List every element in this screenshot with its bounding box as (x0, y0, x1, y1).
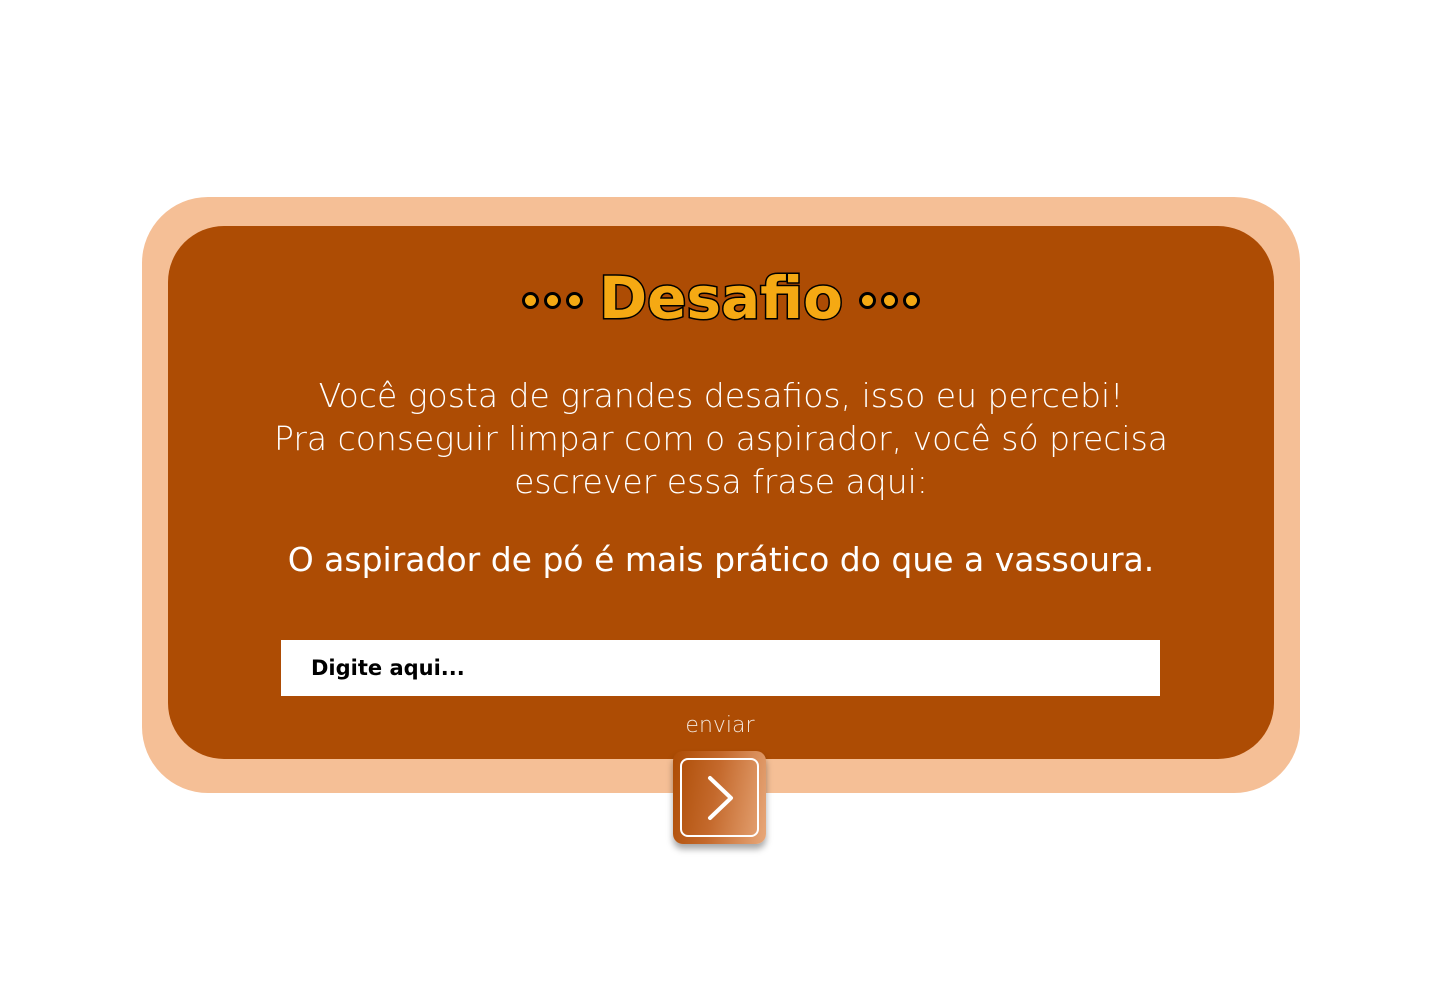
instruction-line: Você gosta de grandes desafios, isso eu … (318, 376, 1124, 415)
dot-icon (880, 291, 898, 309)
send-button[interactable] (673, 751, 766, 844)
instruction-line: escrever essa frase aqui: (514, 462, 928, 501)
title-dots-left (522, 291, 583, 309)
dot-icon (902, 291, 920, 309)
challenge-instructions: Você gosta de grandes desafios, isso eu … (168, 374, 1274, 503)
answer-input[interactable] (281, 640, 1160, 696)
instruction-line: Pra conseguir limpar com o aspirador, vo… (274, 419, 1168, 458)
chevron-right-icon (708, 776, 733, 820)
dot-icon (522, 291, 539, 309)
target-phrase: O aspirador de pó é mais prático do que … (287, 540, 1155, 579)
challenge-title-text: Desafio (598, 264, 845, 332)
dot-icon (544, 291, 561, 309)
dot-icon (858, 291, 876, 309)
challenge-title: Desafio (168, 258, 1274, 338)
send-label: enviar (685, 713, 755, 738)
title-dots-right (858, 291, 920, 309)
dot-icon (566, 291, 583, 309)
